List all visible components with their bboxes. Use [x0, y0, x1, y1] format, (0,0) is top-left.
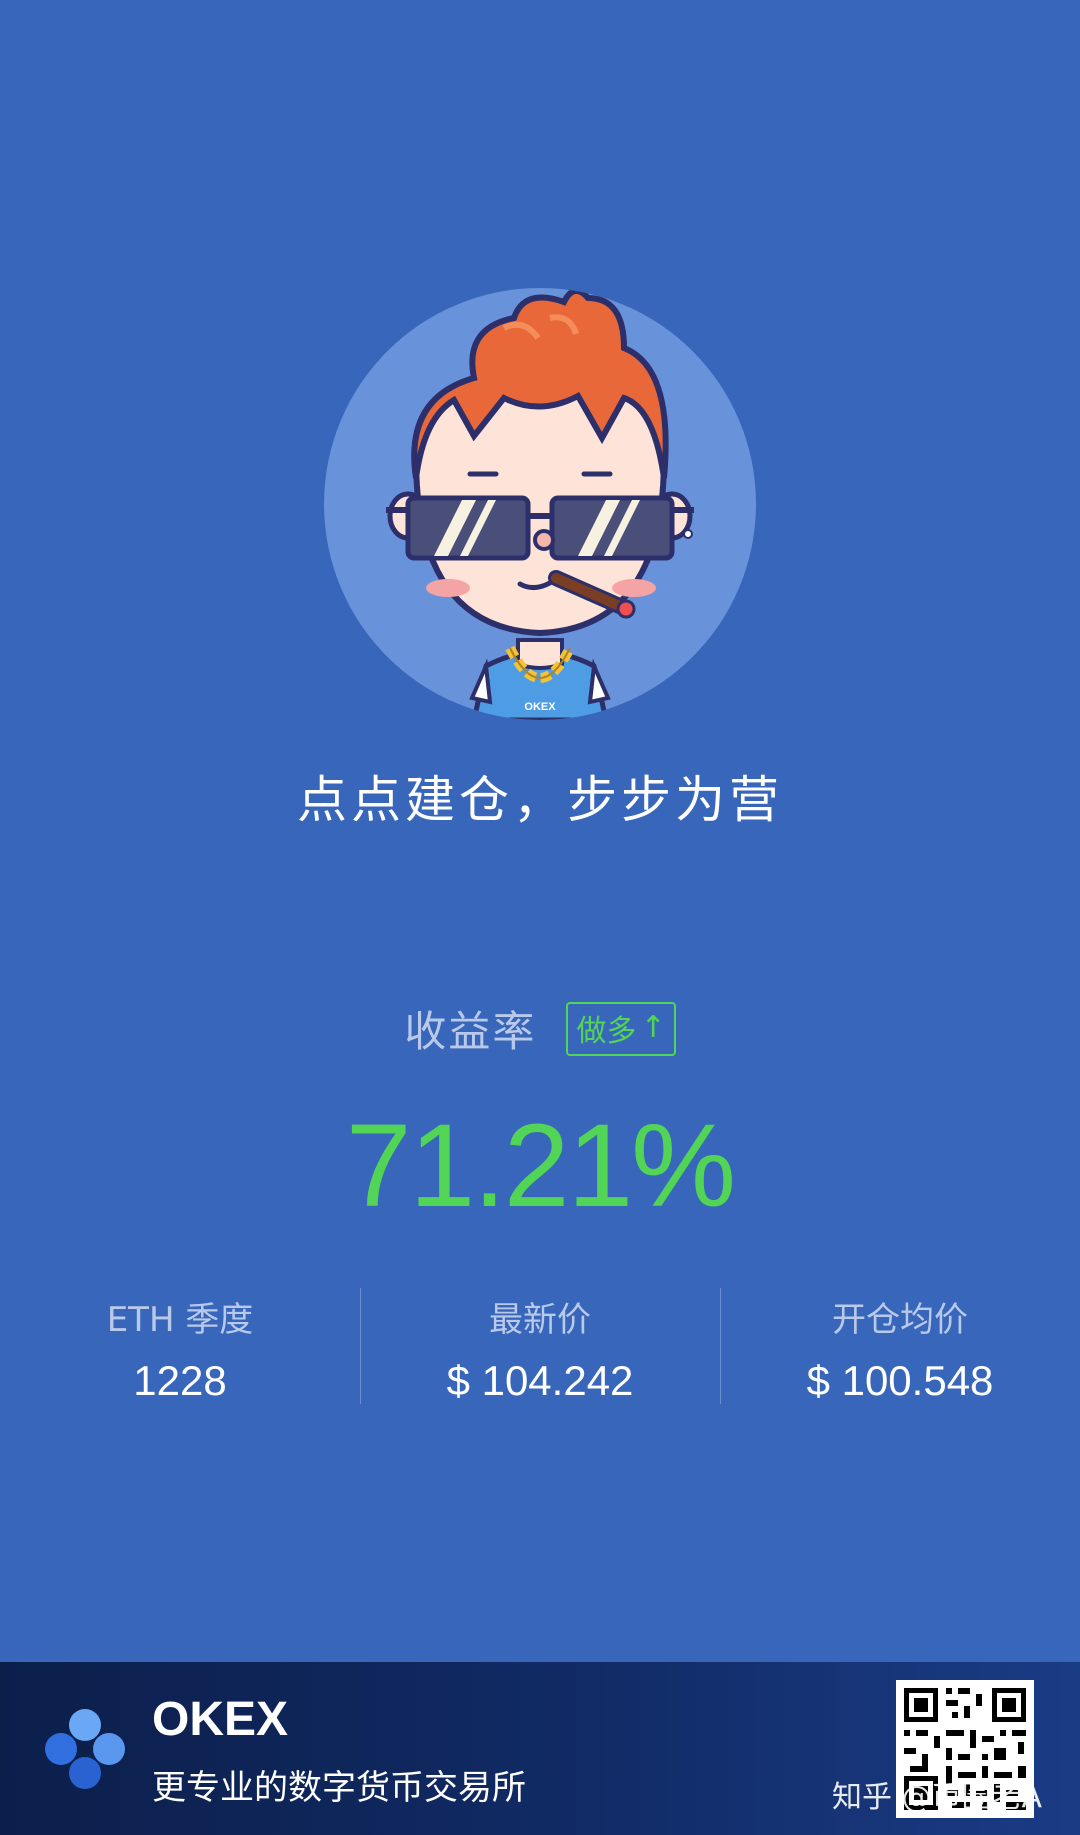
- stat-label: 开仓均价: [832, 1300, 968, 1340]
- stat-label: ETH 季度: [106, 1300, 254, 1340]
- watermark: 知乎 @币圈老A: [832, 1780, 1043, 1815]
- avatar-illustration: OKEX: [386, 288, 694, 720]
- stats-row: ETH 季度 1228 最新价 $ 104.242 开仓均价 $ 100.548: [0, 1286, 1080, 1404]
- slogan: 点点建仓，步步为营: [297, 771, 783, 829]
- yield-header: 收益率 做多 ↑: [0, 998, 1080, 1059]
- brand-name: OKEX: [152, 1693, 289, 1746]
- footer-banner: OKEX 更专业的数字货币交易所 知乎 @币圈老A: [0, 1662, 1080, 1835]
- brand-tagline: 更专业的数字货币交易所: [152, 1768, 526, 1808]
- position-badge-label: 做多: [576, 1013, 637, 1049]
- yield-rate: 71.21%: [345, 1100, 736, 1232]
- stat-value: 1228: [133, 1357, 227, 1404]
- up-arrow-icon: ↑: [640, 1010, 666, 1045]
- stat-label: 最新价: [489, 1300, 591, 1340]
- stat-open-price: 开仓均价 $ 100.548: [720, 1286, 1080, 1404]
- okex-logo-icon: [45, 1709, 125, 1789]
- stat-latest-price: 最新价 $ 104.242: [360, 1286, 720, 1404]
- avatar: OKEX: [324, 288, 756, 720]
- position-badge: 做多 ↑: [566, 1001, 676, 1056]
- stat-value: $ 100.548: [806, 1357, 994, 1404]
- stat-value: $ 104.242: [446, 1357, 634, 1404]
- stat-contract: ETH 季度 1228: [0, 1286, 360, 1404]
- shirt-text: OKEX: [524, 701, 556, 713]
- yield-label: 收益率: [404, 1007, 537, 1056]
